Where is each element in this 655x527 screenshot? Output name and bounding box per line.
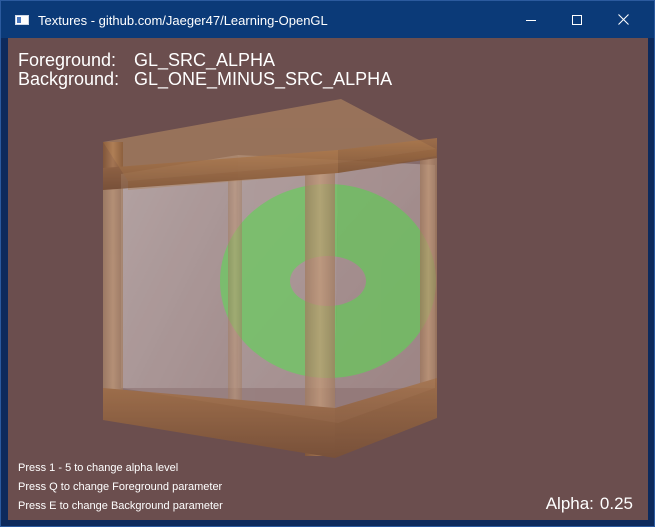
foreground-label: Foreground: — [18, 50, 117, 70]
background-label: Background: — [18, 69, 120, 89]
blended-cube-scene — [103, 99, 437, 458]
alpha-label: Alpha: — [545, 494, 594, 513]
close-icon — [617, 14, 629, 25]
opengl-viewport[interactable]: Foreground: GL_SRC_ALPHA Background: GL_ON… — [8, 38, 648, 520]
cube-front-faces — [103, 158, 437, 408]
maximize-button[interactable] — [554, 1, 600, 38]
foreground-value: GL_SRC_ALPHA — [134, 50, 276, 70]
minimize-icon — [526, 19, 536, 21]
minimize-button[interactable] — [508, 1, 554, 38]
background-value: GL_ONE_MINUS_SRC_ALPHA — [134, 69, 393, 89]
hint-alpha-level: Press 1 - 5 to change alpha level — [18, 462, 179, 474]
alpha-value: 0.25 — [599, 494, 633, 513]
close-button[interactable] — [600, 1, 646, 38]
maximize-icon — [572, 14, 582, 25]
hint-foreground-parameter: Press Q to change Foreground parameter — [18, 481, 223, 493]
background-parameter: Background: GL_ONE_MINUS_SRC_ALPHA — [18, 69, 392, 89]
window-title: Textures - github.com/Jaeger47/Learning-… — [38, 13, 328, 28]
title-bar[interactable]: Textures - github.com/Jaeger47/Learning-… — [1, 1, 654, 38]
app-window: Textures - github.com/Jaeger47/Learning-… — [0, 0, 655, 527]
alpha-readout: Alpha: 0.25 — [546, 494, 633, 514]
foreground-parameter: Foreground: GL_SRC_ALPHA — [18, 50, 275, 70]
app-window-icon — [15, 15, 29, 25]
hint-background-parameter: Press E to change Background parameter — [18, 500, 223, 512]
